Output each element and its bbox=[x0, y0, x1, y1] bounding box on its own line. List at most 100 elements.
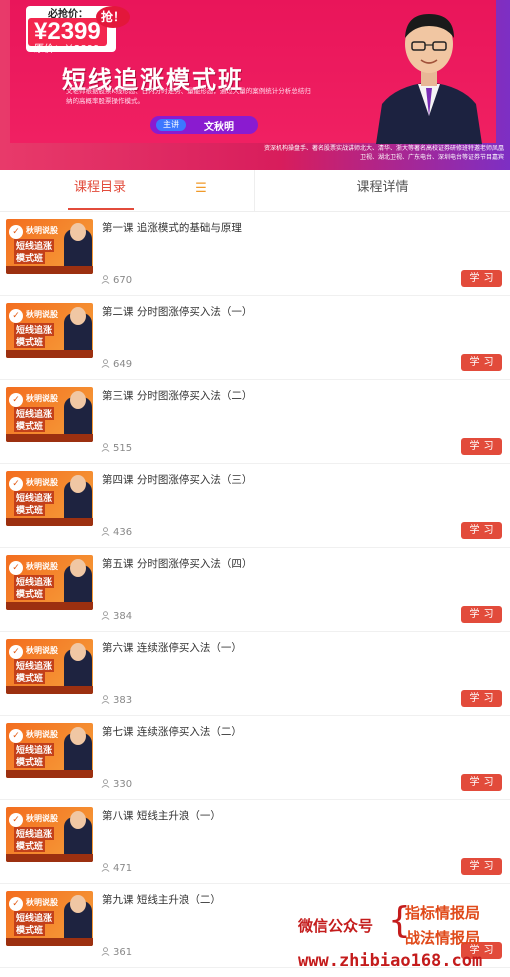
thumbnail-brand: 秋明说股 bbox=[26, 730, 58, 739]
thumbnail-presenter-face bbox=[70, 727, 86, 745]
thumbnail-brand: 秋明说股 bbox=[26, 646, 58, 655]
lesson-thumbnail[interactable]: ✓ 秋明说股 短线追涨 模式班 bbox=[6, 891, 93, 946]
thumbnail-presenter-face bbox=[70, 223, 86, 241]
study-button[interactable]: 学习 bbox=[461, 438, 502, 455]
lesson-title[interactable]: 第二课 分时图涨停买入法（一） bbox=[102, 304, 252, 319]
thumbnail-presenter-face bbox=[70, 643, 86, 661]
tab-details[interactable]: 课程详情 bbox=[255, 170, 510, 211]
banner-course-description: 文老师根据股票K线形态、日内分时走势、量能形态，通过大量的案例统计分析总结归纳的… bbox=[66, 87, 311, 105]
view-count-value: 361 bbox=[113, 947, 133, 958]
lesson-title[interactable]: 第四课 分时图涨停买入法（三） bbox=[102, 472, 252, 487]
original-price: 原价：￥2899 bbox=[34, 44, 100, 55]
lesson-row[interactable]: ✓ 秋明说股 短线追涨 模式班 第五课 分时图涨停买入法（四） 384 学习 bbox=[0, 548, 510, 632]
study-button[interactable]: 学习 bbox=[461, 690, 502, 707]
brand-logo-icon: ✓ bbox=[9, 477, 23, 491]
user-icon bbox=[101, 359, 110, 368]
study-button[interactable]: 学习 bbox=[461, 270, 502, 287]
user-icon bbox=[101, 275, 110, 284]
study-button[interactable]: 学习 bbox=[461, 354, 502, 371]
lecturer-pill: 主讲 文秋明 bbox=[150, 116, 258, 134]
lesson-row[interactable]: ✓ 秋明说股 短线追涨 模式班 第六课 连续涨停买入法（一） 383 学习 bbox=[0, 632, 510, 716]
thumbnail-footer bbox=[6, 350, 93, 358]
lecturer-name: 文秋明 bbox=[204, 122, 234, 133]
thumbnail-presenter-face bbox=[70, 475, 86, 493]
view-count-value: 436 bbox=[113, 527, 133, 538]
lesson-title[interactable]: 第六课 连续涨停买入法（一） bbox=[102, 640, 242, 655]
lesson-title[interactable]: 第八课 短线主升浪（一） bbox=[102, 808, 221, 823]
user-icon bbox=[101, 779, 110, 788]
presenter-photo bbox=[376, 14, 482, 144]
thumbnail-title-line2: 模式班 bbox=[14, 755, 46, 768]
user-icon bbox=[101, 863, 110, 872]
view-count: 515 bbox=[101, 443, 132, 454]
lesson-thumbnail[interactable]: ✓ 秋明说股 短线追涨 模式班 bbox=[6, 303, 93, 358]
lesson-row[interactable]: ✓ 秋明说股 短线追涨 模式班 第八课 短线主升浪（一） 471 学习 bbox=[0, 800, 510, 884]
thumbnail-footer bbox=[6, 770, 93, 778]
brand-logo-icon: ✓ bbox=[9, 225, 23, 239]
lesson-title[interactable]: 第三课 分时图涨停买入法（二） bbox=[102, 388, 252, 403]
lesson-thumbnail[interactable]: ✓ 秋明说股 短线追涨 模式班 bbox=[6, 387, 93, 442]
view-count: 670 bbox=[101, 275, 132, 286]
brand-logo-icon: ✓ bbox=[9, 729, 23, 743]
thumbnail-title-line2: 模式班 bbox=[14, 251, 46, 264]
study-button[interactable]: 学习 bbox=[461, 774, 502, 791]
lesson-title[interactable]: 第五课 分时图涨停买入法（四） bbox=[102, 556, 252, 571]
watermark-line2: 战法情报局 bbox=[405, 929, 481, 947]
lesson-row[interactable]: ✓ 秋明说股 短线追涨 模式班 第七课 连续涨停买入法（二） 330 学习 bbox=[0, 716, 510, 800]
view-count: 436 bbox=[101, 527, 132, 538]
view-count: 361 bbox=[101, 947, 132, 958]
tab-catalog[interactable]: 课程目录 bbox=[0, 170, 200, 211]
thumbnail-brand: 秋明说股 bbox=[26, 226, 58, 235]
thumbnail-presenter-face bbox=[70, 895, 86, 913]
thumbnail-title-line2: 模式班 bbox=[14, 671, 46, 684]
thumbnail-footer bbox=[6, 602, 93, 610]
brand-logo-icon: ✓ bbox=[9, 393, 23, 407]
view-count: 471 bbox=[101, 863, 132, 874]
thumbnail-footer bbox=[6, 266, 93, 274]
brand-logo-icon: ✓ bbox=[9, 813, 23, 827]
lesson-title[interactable]: 第七课 连续涨停买入法（二） bbox=[102, 724, 242, 739]
watermark-url: www.zhibiao168.com bbox=[298, 951, 483, 971]
study-button[interactable]: 学习 bbox=[461, 858, 502, 875]
thumbnail-brand: 秋明说股 bbox=[26, 562, 58, 571]
list-icon[interactable]: ☰ bbox=[192, 180, 210, 198]
study-button[interactable]: 学习 bbox=[461, 522, 502, 539]
thumbnail-presenter-face bbox=[70, 307, 86, 325]
thumbnail-footer bbox=[6, 938, 93, 946]
lesson-row[interactable]: ✓ 秋明说股 短线追涨 模式班 第四课 分时图涨停买入法（三） 436 学习 bbox=[0, 464, 510, 548]
thumbnail-presenter-face bbox=[70, 811, 86, 829]
thumbnail-brand: 秋明说股 bbox=[26, 394, 58, 403]
lesson-row[interactable]: ✓ 秋明说股 短线追涨 模式班 第三课 分时图涨停买入法（二） 515 学习 bbox=[0, 380, 510, 464]
thumbnail-footer bbox=[6, 518, 93, 526]
active-tab-indicator bbox=[68, 208, 134, 210]
thumbnail-brand: 秋明说股 bbox=[26, 898, 58, 907]
lecturer-role: 主讲 bbox=[156, 119, 186, 131]
lesson-thumbnail[interactable]: ✓ 秋明说股 短线追涨 模式班 bbox=[6, 219, 93, 274]
lesson-thumbnail[interactable]: ✓ 秋明说股 短线追涨 模式班 bbox=[6, 807, 93, 862]
lesson-thumbnail[interactable]: ✓ 秋明说股 短线追涨 模式班 bbox=[6, 723, 93, 778]
thumbnail-brand: 秋明说股 bbox=[26, 478, 58, 487]
view-count: 649 bbox=[101, 359, 132, 370]
lesson-row[interactable]: ✓ 秋明说股 短线追涨 模式班 第一课 追涨模式的基础与原理 670 学习 bbox=[0, 212, 510, 296]
lesson-row[interactable]: ✓ 秋明说股 短线追涨 模式班 第二课 分时图涨停买入法（一） 649 学习 bbox=[0, 296, 510, 380]
brand-logo-icon: ✓ bbox=[9, 645, 23, 659]
brand-logo-icon: ✓ bbox=[9, 897, 23, 911]
watermark-line1: 指标情报局 bbox=[405, 904, 481, 922]
thumbnail-title-line2: 模式班 bbox=[14, 587, 46, 600]
watermark-label: 微信公众号 bbox=[298, 917, 374, 935]
thumbnail-presenter-face bbox=[70, 391, 86, 409]
lesson-title[interactable]: 第一课 追涨模式的基础与原理 bbox=[102, 220, 242, 235]
view-count-value: 330 bbox=[113, 779, 133, 790]
lesson-title[interactable]: 第九课 短线主升浪（二） bbox=[102, 892, 221, 907]
thumbnail-brand: 秋明说股 bbox=[26, 814, 58, 823]
thumbnail-presenter-face bbox=[70, 559, 86, 577]
thumbnail-brand: 秋明说股 bbox=[26, 310, 58, 319]
user-icon bbox=[101, 443, 110, 452]
lesson-thumbnail[interactable]: ✓ 秋明说股 短线追涨 模式班 bbox=[6, 639, 93, 694]
thumbnail-title-line2: 模式班 bbox=[14, 839, 46, 852]
tab-bar: 课程目录 ☰ 课程详情 bbox=[0, 170, 510, 212]
view-count-value: 384 bbox=[113, 611, 133, 622]
study-button[interactable]: 学习 bbox=[461, 606, 502, 623]
lesson-thumbnail[interactable]: ✓ 秋明说股 短线追涨 模式班 bbox=[6, 555, 93, 610]
lesson-thumbnail[interactable]: ✓ 秋明说股 短线追涨 模式班 bbox=[6, 471, 93, 526]
